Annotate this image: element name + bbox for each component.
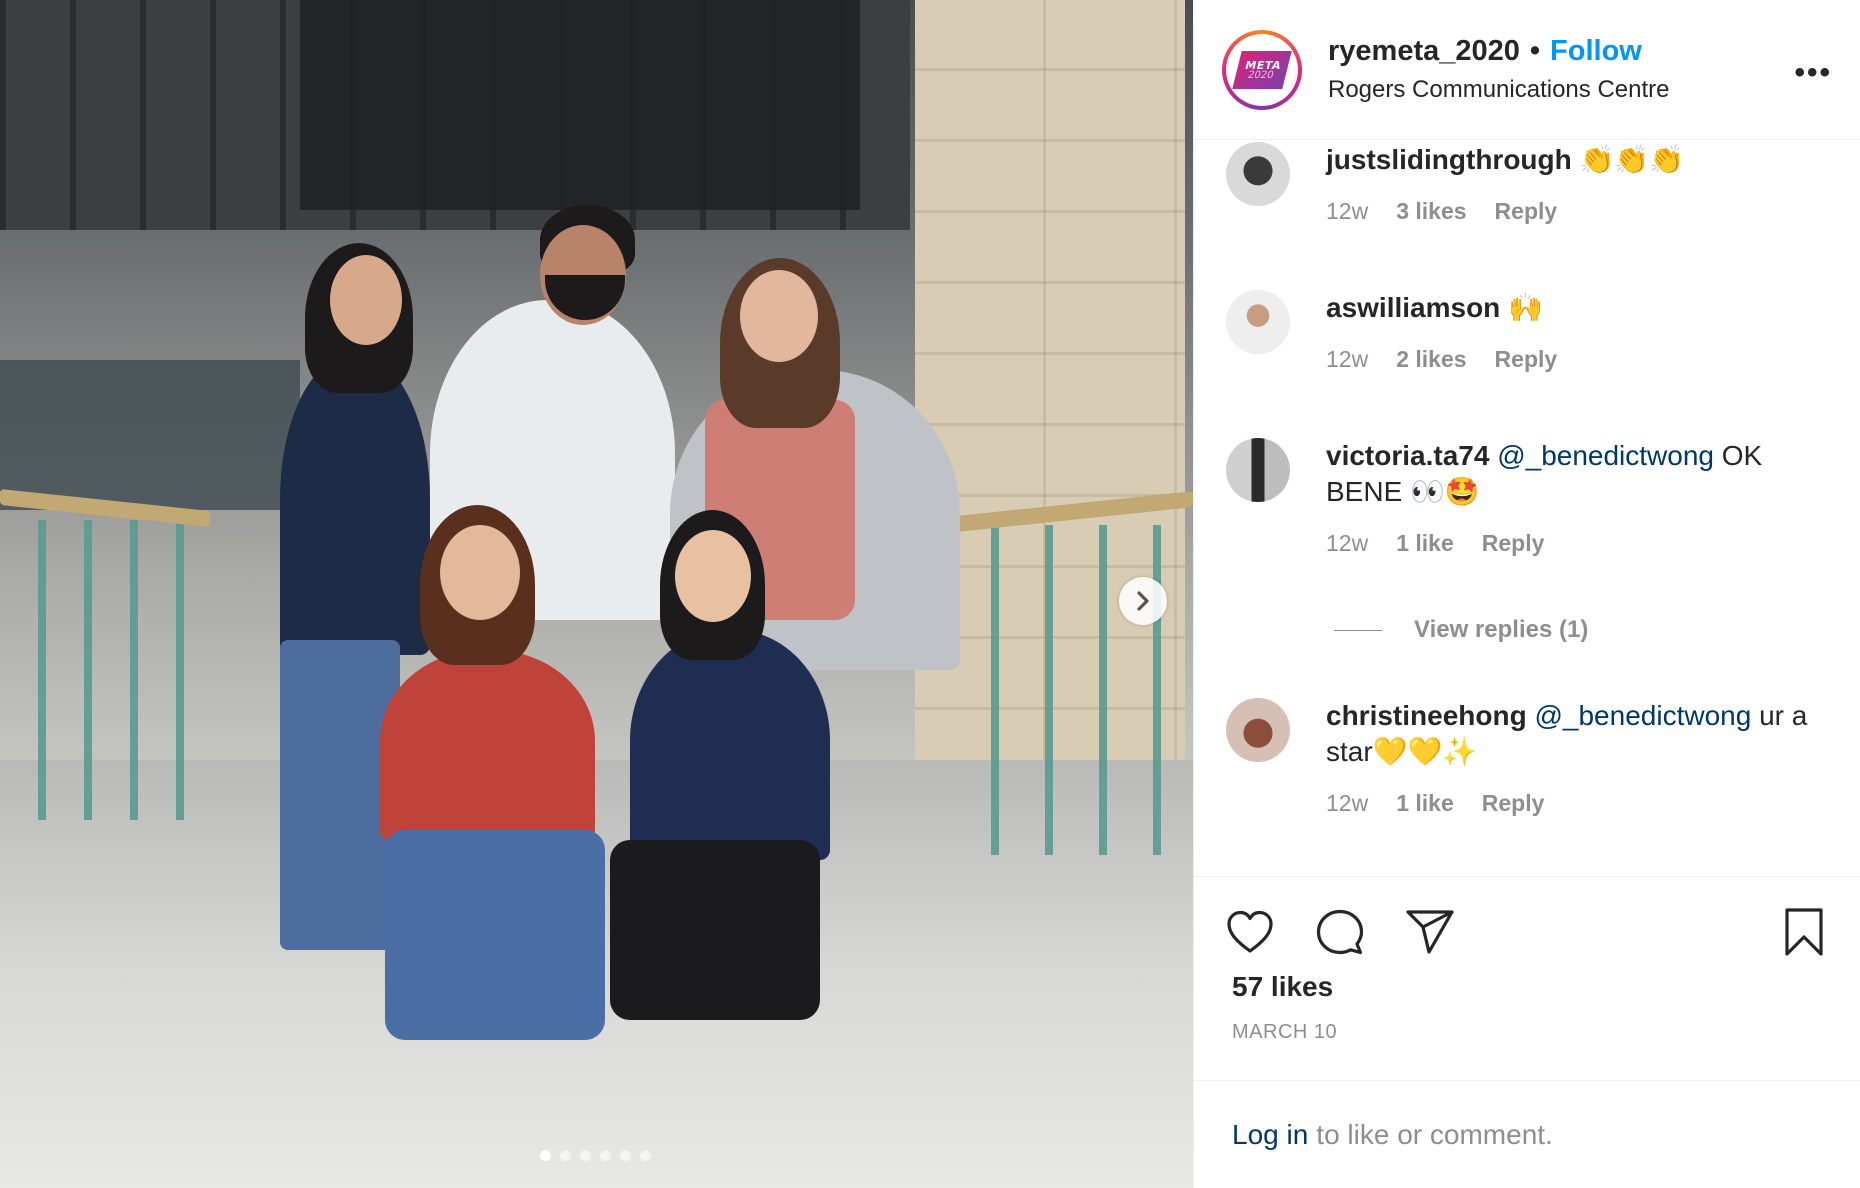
comment-item: justslidingthrough 👏👏👏 12w 3 likes Reply: [1226, 142, 1830, 225]
comment-avatar[interactable]: [1226, 438, 1290, 502]
view-replies-button[interactable]: View replies (1): [1334, 616, 1588, 644]
comment-reply-button[interactable]: Reply: [1482, 790, 1545, 817]
person-4-face: [440, 525, 520, 620]
header-text: ryemeta_2020 • Follow Rogers Communicati…: [1328, 35, 1669, 104]
comment-item: christineehong @_benedictwong ur a star💛…: [1226, 698, 1830, 817]
photo-railing-right: [945, 525, 1193, 855]
carousel-dots: [540, 1150, 651, 1161]
comment-likes[interactable]: 1 like: [1396, 790, 1454, 817]
comment-body: christineehong @_benedictwong ur a star💛…: [1326, 698, 1830, 770]
comment-meta: 12w 1 like Reply: [1326, 530, 1830, 557]
comment-mention[interactable]: @_benedictwong: [1497, 440, 1714, 471]
comment-avatar[interactable]: [1226, 290, 1290, 354]
comment-body: justslidingthrough 👏👏👏: [1326, 142, 1830, 178]
avatar-inner: META 2020: [1226, 33, 1298, 106]
person-1-face: [330, 255, 402, 345]
comment-avatar[interactable]: [1226, 698, 1290, 762]
photo-railing-left: [0, 520, 190, 820]
comment-likes[interactable]: 2 likes: [1396, 346, 1466, 373]
comment-time[interactable]: 12w: [1326, 346, 1368, 373]
carousel-dot: [620, 1150, 631, 1161]
post-actions-section: 57 likes MARCH 10: [1194, 876, 1860, 1044]
comment-avatar[interactable]: [1226, 142, 1290, 206]
comment-username[interactable]: christineehong: [1326, 700, 1527, 731]
comment-item: aswilliamson 🙌 12w 2 likes Reply: [1226, 290, 1830, 373]
post-username[interactable]: ryemeta_2020: [1328, 35, 1520, 68]
save-button[interactable]: [1776, 904, 1832, 960]
post-location[interactable]: Rogers Communications Centre: [1328, 76, 1669, 104]
comment-item: victoria.ta74 @_benedictwong OK BENE 👀🤩 …: [1226, 438, 1830, 557]
post-header: META 2020 ryemeta_2020 • Follow Rogers C…: [1194, 0, 1860, 140]
bookmark-icon: [1785, 908, 1823, 956]
login-link[interactable]: Log in: [1232, 1119, 1308, 1151]
login-prompt: Log in to like or comment.: [1194, 1080, 1860, 1188]
heart-icon: [1227, 910, 1273, 953]
replies-divider: [1334, 629, 1382, 631]
person-5: [630, 630, 830, 860]
comment-meta: 12w 2 likes Reply: [1326, 346, 1830, 373]
view-replies-label: View replies (1): [1414, 616, 1589, 643]
comment-reply-button[interactable]: Reply: [1495, 198, 1558, 225]
login-prompt-text: to like or comment.: [1316, 1118, 1553, 1150]
comment-meta: 12w 1 like Reply: [1326, 790, 1830, 817]
dot-separator: •: [1529, 35, 1541, 67]
action-bar: [1194, 877, 1860, 987]
post-panel: META 2020 ryemeta_2020 • Follow Rogers C…: [1193, 0, 1860, 1188]
carousel-next-button[interactable]: [1119, 577, 1167, 625]
comment-time[interactable]: 12w: [1326, 790, 1368, 817]
comment-username[interactable]: justslidingthrough: [1326, 144, 1572, 175]
logo-line-2: 2020: [1246, 69, 1275, 80]
comment-time[interactable]: 12w: [1326, 530, 1368, 557]
person-3-face: [740, 270, 818, 362]
comment-likes[interactable]: 1 like: [1396, 530, 1454, 557]
comment-username[interactable]: aswilliamson: [1326, 292, 1500, 323]
comments-list: justslidingthrough 👏👏👏 12w 3 likes Reply…: [1194, 140, 1860, 876]
comment-reply-button[interactable]: Reply: [1495, 346, 1558, 373]
carousel-dot: [640, 1150, 651, 1161]
follow-button[interactable]: Follow: [1550, 35, 1642, 68]
photo-beam: [300, 0, 860, 210]
person-5-face: [675, 530, 751, 622]
carousel-dot: [600, 1150, 611, 1161]
comment-username[interactable]: victoria.ta74: [1326, 440, 1489, 471]
comment-text: 🙌: [1508, 292, 1543, 323]
person-4-legs: [385, 830, 605, 1040]
share-button[interactable]: [1402, 904, 1458, 960]
comment-bubble-icon: [1316, 909, 1364, 955]
person-4: [380, 650, 595, 840]
header-top: ryemeta_2020 • Follow: [1328, 35, 1669, 68]
logo-line-1: META: [1243, 58, 1283, 71]
person-5-legs: [610, 840, 820, 1020]
carousel-dot: [540, 1150, 551, 1161]
chevron-right-icon: [1137, 591, 1149, 611]
carousel-dot: [560, 1150, 571, 1161]
comment-mention[interactable]: @_benedictwong: [1534, 700, 1751, 731]
comment-text: 👏👏👏: [1579, 144, 1685, 175]
comment-meta: 12w 3 likes Reply: [1326, 198, 1830, 225]
carousel-dot: [580, 1150, 591, 1161]
like-button[interactable]: [1222, 904, 1278, 960]
comment-time[interactable]: 12w: [1326, 198, 1368, 225]
paper-plane-icon: [1406, 910, 1454, 954]
post-date[interactable]: MARCH 10: [1194, 1021, 1860, 1044]
post-photo: [0, 0, 1193, 1188]
person-1: [280, 355, 430, 655]
more-options-icon[interactable]: •••: [1794, 56, 1832, 90]
profile-avatar[interactable]: META 2020: [1222, 29, 1302, 110]
meta-logo: META 2020: [1232, 50, 1292, 89]
comment-body: victoria.ta74 @_benedictwong OK BENE 👀🤩: [1326, 438, 1830, 510]
comment-button[interactable]: [1312, 904, 1368, 960]
photo-glass-wall: [0, 360, 300, 510]
comment-body: aswilliamson 🙌: [1326, 290, 1830, 326]
comment-likes[interactable]: 3 likes: [1396, 198, 1466, 225]
comment-reply-button[interactable]: Reply: [1482, 530, 1545, 557]
